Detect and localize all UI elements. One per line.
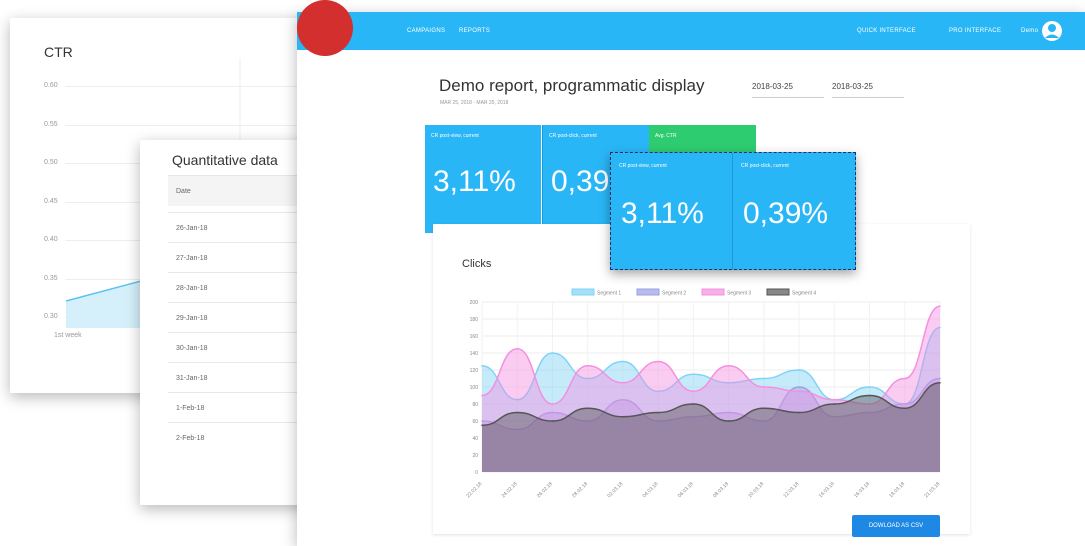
kpi-label: CR post-click, current	[549, 133, 597, 139]
report-title: Demo report, programmatic display	[439, 76, 705, 95]
date-cell: 26-Jan-18	[176, 225, 208, 232]
user-name[interactable]: Demo	[1021, 28, 1038, 34]
table-row: 1-Feb-18	[168, 392, 315, 423]
kpi-avg-ctr: Avg. CTR	[649, 125, 756, 155]
table-row: 27-Jan-18	[168, 242, 315, 273]
kpi-value: 0,39	[551, 165, 610, 198]
overlay-cr-post-click: CR post-click, current 0,39%	[733, 153, 854, 269]
report-date-range: MAR 25, 2018 - MAR 25, 2018	[440, 100, 509, 106]
overlay-value: 3,11%	[621, 197, 704, 230]
date-to-input[interactable]: 2018-03-25	[832, 82, 904, 98]
overlay-cr-post-view: CR post-view, current 3,11%	[611, 153, 733, 269]
overlay-label: CR post-view, current	[619, 163, 667, 169]
table-row: 29-Jan-18	[168, 302, 315, 333]
download-csv-button[interactable]: DOWLOAD AS CSV	[852, 515, 940, 537]
date-cell: 31-Jan-18	[176, 375, 208, 382]
date-cell: 27-Jan-18	[176, 255, 208, 262]
ctr-area	[66, 280, 145, 328]
chart-title: Clicks	[462, 258, 492, 270]
date-cell: 28-Jan-18	[176, 285, 208, 292]
clicks-chart-panel: Clicks	[433, 224, 970, 534]
table-row: 26-Jan-18	[168, 212, 315, 243]
table-row: 30-Jan-18	[168, 332, 315, 363]
kpi-label: CR post-view, current	[431, 133, 479, 139]
date-cell: 30-Jan-18	[176, 345, 208, 352]
kpi-value: 3,11%	[433, 165, 516, 198]
quantitative-data-card: Quantitative data Date 26-Jan-18 27-Jan-1…	[140, 140, 315, 505]
avatar-icon[interactable]	[1042, 21, 1062, 41]
kpi-label: Avg. CTR	[655, 133, 677, 139]
overlay-value: 0,39%	[743, 197, 829, 230]
brand-logo	[297, 0, 353, 56]
overlay-label: CR post-click, current	[741, 163, 789, 169]
date-cell: 2-Feb-18	[176, 435, 205, 442]
quick-interface-link[interactable]: QUICK INTERFACE	[857, 28, 916, 34]
quantitative-title: Quantitative data	[172, 152, 278, 168]
top-navigation-bar: CAMPAIGNS REPORTS QUICK INTERFACE PRO IN…	[297, 0, 1085, 56]
table-row: 28-Jan-18	[168, 272, 315, 303]
date-from-input[interactable]: 2018-03-25	[752, 82, 824, 98]
table-header: Date	[168, 175, 315, 206]
kpi-cr-post-view: CR post-view, current 3,11%	[425, 125, 541, 233]
table-row: 2-Feb-18	[168, 422, 315, 453]
nav-campaigns[interactable]: CAMPAIGNS	[407, 28, 445, 34]
nav-reports[interactable]: REPORTS	[459, 28, 490, 34]
date-cell: 1-Feb-18	[176, 405, 205, 412]
ctr-x-label: 1st week	[54, 332, 82, 339]
date-column-header: Date	[176, 188, 191, 195]
pro-interface-link[interactable]: PRO INTERFACE	[949, 28, 1001, 34]
date-cell: 29-Jan-18	[176, 315, 208, 322]
table-row: 31-Jan-18	[168, 362, 315, 393]
user-icon	[1045, 24, 1059, 38]
highlighted-kpi-panel: CR post-view, current 3,11% CR post-clic…	[610, 152, 856, 270]
